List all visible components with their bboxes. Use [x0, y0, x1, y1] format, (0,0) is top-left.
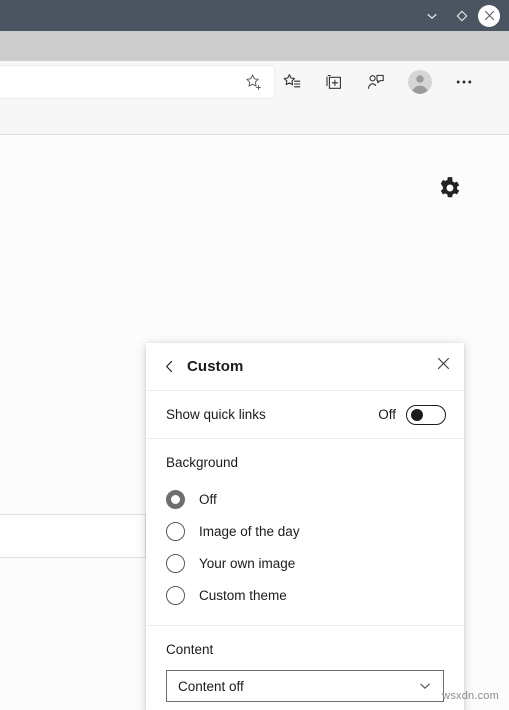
content-dropdown[interactable]: Content off — [166, 670, 444, 702]
chevron-down-icon — [418, 679, 443, 693]
radio-label: Off — [199, 491, 217, 507]
more-options-icon[interactable] — [454, 72, 474, 92]
radio-option-image-of-the-day[interactable]: Image of the day — [166, 515, 444, 547]
search-input[interactable] — [0, 515, 146, 557]
search-box — [0, 514, 168, 558]
tab-strip — [0, 31, 509, 61]
watermark: wsxdn.com — [442, 690, 499, 702]
content-dropdown-value: Content off — [178, 678, 244, 694]
browser-window: Custom Show quick links Off Background O… — [0, 0, 509, 710]
chevron-down-icon[interactable] — [418, 2, 446, 30]
chevron-left-icon[interactable] — [156, 354, 182, 380]
panel-header: Custom — [146, 343, 464, 391]
content-section-title: Content — [166, 642, 214, 657]
radio-indicator — [166, 521, 185, 541]
radio-option-your-own-image[interactable]: Your own image — [166, 547, 444, 579]
add-favorite-icon[interactable] — [244, 73, 263, 92]
show-quick-links-toggle[interactable] — [406, 404, 446, 425]
close-icon[interactable] — [478, 4, 500, 27]
radio-label: Your own image — [199, 555, 296, 571]
address-bar[interactable] — [0, 66, 274, 98]
radio-label: Custom theme — [199, 587, 287, 603]
title-bar — [0, 0, 509, 31]
profile-avatar[interactable] — [408, 70, 432, 94]
new-tab-page: Custom Show quick links Off Background O… — [0, 136, 509, 710]
diamond-icon[interactable] — [448, 2, 476, 30]
close-icon[interactable] — [430, 350, 456, 376]
collections-icon[interactable] — [324, 72, 344, 92]
favorites-icon[interactable] — [282, 72, 302, 92]
background-section-title: Background — [166, 455, 239, 470]
page-title: Custom — [187, 358, 244, 375]
radio-indicator — [166, 553, 185, 573]
radio-indicator — [166, 489, 185, 509]
browser-toolbar — [0, 61, 509, 135]
show-quick-links-label: Show quick links — [166, 407, 266, 422]
show-quick-links-row: Show quick links Off — [146, 391, 464, 439]
share-icon[interactable] — [366, 72, 386, 92]
show-quick-links-state: Off — [378, 407, 396, 422]
content-section: Content Content off — [146, 626, 464, 710]
radio-option-custom-theme[interactable]: Custom theme — [166, 579, 444, 611]
gear-icon[interactable] — [435, 174, 463, 202]
radio-indicator — [166, 585, 185, 605]
radio-label: Image of the day — [199, 523, 300, 539]
address-input[interactable] — [0, 74, 244, 90]
background-section: Background Off Image of the day Your own… — [146, 439, 464, 626]
radio-option-off[interactable]: Off — [166, 483, 444, 515]
toolbar-icons — [282, 66, 474, 98]
toggle-knob — [411, 408, 423, 421]
custom-settings-panel: Custom Show quick links Off Background O… — [146, 343, 464, 710]
